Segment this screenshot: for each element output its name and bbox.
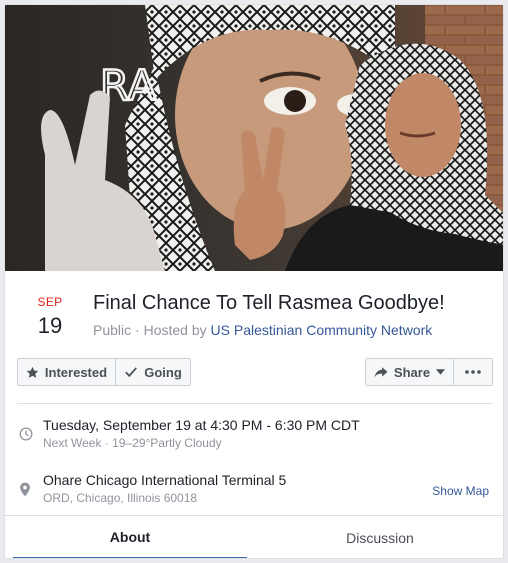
event-title: Final Chance To Tell Rasmea Goodbye! <box>93 292 445 314</box>
event-date-day: 19 <box>37 313 63 338</box>
interested-button[interactable]: Interested <box>17 358 115 386</box>
event-cover-photo[interactable]: RA <box>5 5 503 271</box>
host-link[interactable]: US Palestinian Community Network <box>211 322 433 338</box>
going-button[interactable]: Going <box>115 358 191 386</box>
checkmark-icon <box>125 367 138 378</box>
event-time-row: Tuesday, September 19 at 4:30 PM - 6:30 … <box>17 417 493 457</box>
share-label: Share <box>393 364 431 380</box>
event-location-name[interactable]: Ohare Chicago International Terminal 5 <box>43 472 286 488</box>
going-label: Going <box>144 364 182 380</box>
section-divider <box>17 403 493 404</box>
event-subtitle: Public · Hosted by US Palestinian Commun… <box>93 322 432 338</box>
event-location-row: Ohare Chicago International Terminal 5 O… <box>17 472 493 512</box>
share-arrow-icon <box>374 366 388 378</box>
event-location-address: ORD, Chicago, Illinois 60018 <box>43 491 198 505</box>
event-time-weather: Next Week · 19–29°Partly Cloudy <box>43 436 222 450</box>
event-date-month: SEP <box>37 295 63 309</box>
ellipsis-icon <box>465 370 481 374</box>
event-card: RA SEP 19 Final Chance To Tell Rasmea Go… <box>4 4 504 559</box>
tab-discussion[interactable]: Discussion <box>263 516 497 558</box>
event-tabs: About Discussion <box>5 515 503 558</box>
clock-icon <box>19 427 33 441</box>
map-pin-icon <box>20 482 30 497</box>
event-time: Tuesday, September 19 at 4:30 PM - 6:30 … <box>43 417 360 433</box>
more-options-button[interactable] <box>453 358 493 386</box>
cover-image: RA <box>5 5 503 271</box>
event-visibility: Public <box>93 322 132 338</box>
tab-about[interactable]: About <box>13 516 247 558</box>
hosted-by-label: · Hosted by <box>131 322 211 338</box>
chevron-down-icon <box>436 369 446 375</box>
event-date: SEP 19 <box>25 295 75 339</box>
show-map-link[interactable]: Show Map <box>432 484 489 498</box>
star-icon <box>26 366 39 378</box>
interested-label: Interested <box>44 364 108 380</box>
share-button[interactable]: Share <box>365 358 453 386</box>
